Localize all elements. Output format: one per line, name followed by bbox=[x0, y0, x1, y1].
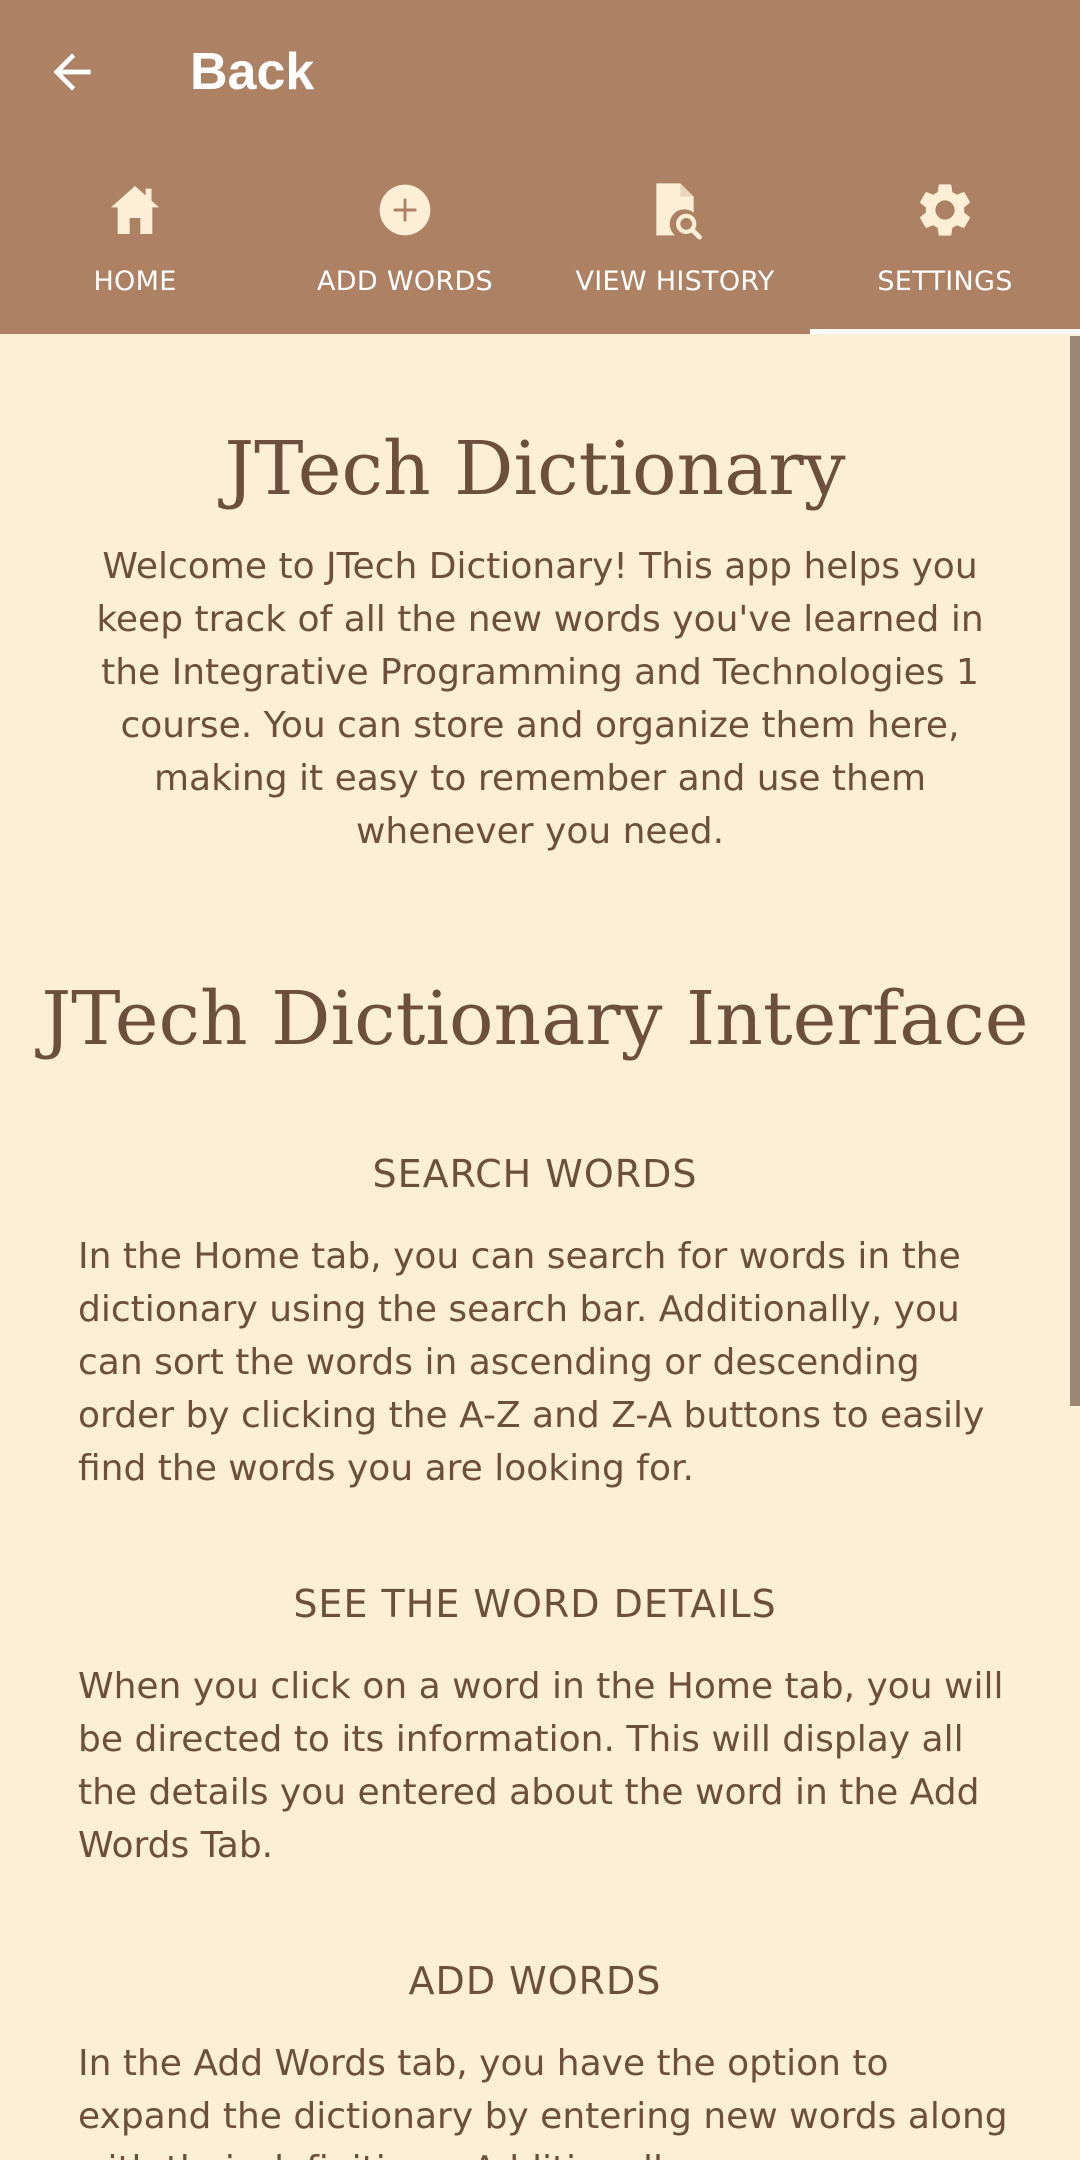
tab-add-words[interactable]: ADD WORDS bbox=[270, 160, 540, 334]
plus-circle-icon bbox=[379, 184, 431, 236]
tab-view-history-label: VIEW HISTORY bbox=[575, 266, 775, 297]
interface-title: JTech Dictionary Interface bbox=[41, 976, 1029, 1062]
back-bar[interactable]: Back bbox=[0, 0, 1080, 148]
selected-tab-indicator bbox=[810, 329, 1080, 334]
gear-icon bbox=[920, 184, 970, 236]
section-heading-word-details: SEE THE WORD DETAILS bbox=[293, 1582, 777, 1626]
section-body-search-words: In the Home tab, you can search for word… bbox=[78, 1236, 985, 1489]
app-screen: Back HOME ADD WORDS VIEW HISTORY SETTING… bbox=[0, 0, 1080, 2160]
scrollbar[interactable] bbox=[1070, 336, 1080, 1406]
tab-bar: HOME ADD WORDS VIEW HISTORY SETTINGS bbox=[0, 160, 1080, 334]
home-icon bbox=[111, 186, 159, 234]
top-app-bar: Back HOME ADD WORDS VIEW HISTORY SETTING… bbox=[0, 0, 1080, 334]
back-label[interactable]: Back bbox=[190, 40, 314, 104]
tab-home-label: HOME bbox=[93, 266, 177, 297]
tab-view-history[interactable]: VIEW HISTORY bbox=[540, 160, 810, 334]
tab-home[interactable]: HOME bbox=[0, 160, 270, 334]
arrow-left-icon[interactable] bbox=[44, 44, 100, 100]
intro-paragraph: Welcome to JTech Dictionary! This app he… bbox=[96, 546, 984, 852]
section-body-word-details: When you click on a word in the Home tab… bbox=[78, 1666, 1004, 1866]
document-search-icon bbox=[656, 183, 702, 240]
tab-settings-label: SETTINGS bbox=[877, 266, 1013, 297]
section-heading-search-words: SEARCH WORDS bbox=[372, 1152, 698, 1196]
tab-settings[interactable]: SETTINGS bbox=[810, 160, 1080, 334]
section-body-add-words: In the Add Words tab, you have the optio… bbox=[78, 2043, 1008, 2160]
tab-add-words-label: ADD WORDS bbox=[317, 266, 493, 297]
section-heading-add-words: ADD WORDS bbox=[408, 1959, 662, 2003]
page-title: JTech Dictionary bbox=[224, 426, 846, 512]
